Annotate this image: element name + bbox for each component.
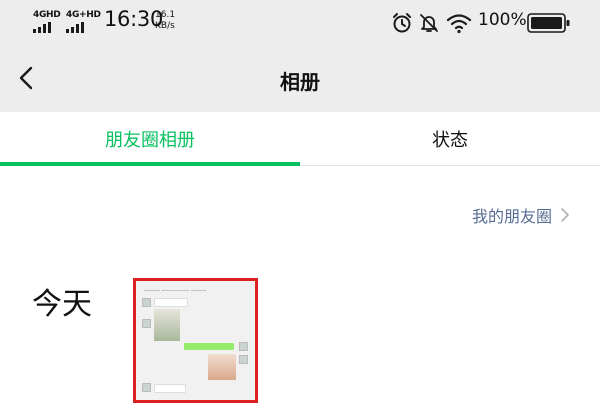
my-moments-label: 我的朋友圈 — [471, 207, 552, 226]
active-tab-indicator — [0, 162, 300, 166]
chat-bubble — [154, 384, 186, 393]
chat-screenshot-image: ———— ——————— ———— — [138, 283, 253, 400]
date-label: 今天 — [32, 287, 92, 322]
signal-bars-icon — [33, 22, 51, 33]
alarm-icon — [393, 13, 411, 33]
status-bar: 4GHD 4G+HD 16:30 16.1 KB/s 100% — [0, 0, 600, 46]
tab-bar: 朋友圈相册 状态 — [0, 112, 600, 166]
network-type-1: 4GHD — [33, 10, 61, 20]
chat-photo — [208, 354, 236, 380]
photo-thumbnail[interactable]: ———— ——————— ———— — [133, 278, 258, 403]
my-moments-link[interactable]: 我的朋友圈 — [472, 201, 570, 229]
chat-avatar — [142, 383, 151, 392]
speed-unit: KB/s — [155, 21, 175, 31]
tab-label: 朋友圈相册 — [105, 130, 195, 151]
tab-status[interactable]: 状态 — [300, 112, 600, 165]
network-type-2: 4G+HD — [66, 10, 101, 20]
nav-bar: 相册 — [0, 46, 600, 112]
chat-avatar — [239, 342, 248, 351]
signal-bars-icon — [66, 22, 84, 33]
speed-value: 16.1 — [155, 10, 176, 20]
chevron-right-icon — [561, 208, 569, 222]
chat-avatar — [142, 298, 151, 307]
battery-icon — [527, 13, 570, 33]
tab-label: 状态 — [432, 130, 468, 151]
battery-percent: 100% — [478, 10, 527, 30]
page-title: 相册 — [280, 70, 320, 94]
network-speed: 16.1 KB/s — [155, 10, 175, 32]
chat-photo — [154, 309, 180, 341]
wifi-icon — [446, 14, 472, 34]
bell-off-icon — [420, 14, 438, 32]
chat-bubble — [154, 298, 188, 307]
tab-moments-album[interactable]: 朋友圈相册 — [0, 112, 300, 166]
chat-avatar — [239, 355, 248, 364]
chat-avatar — [142, 319, 151, 328]
screenshot-caption-line: ———— ——————— ———— — [144, 288, 207, 293]
chat-bubble — [184, 343, 234, 350]
